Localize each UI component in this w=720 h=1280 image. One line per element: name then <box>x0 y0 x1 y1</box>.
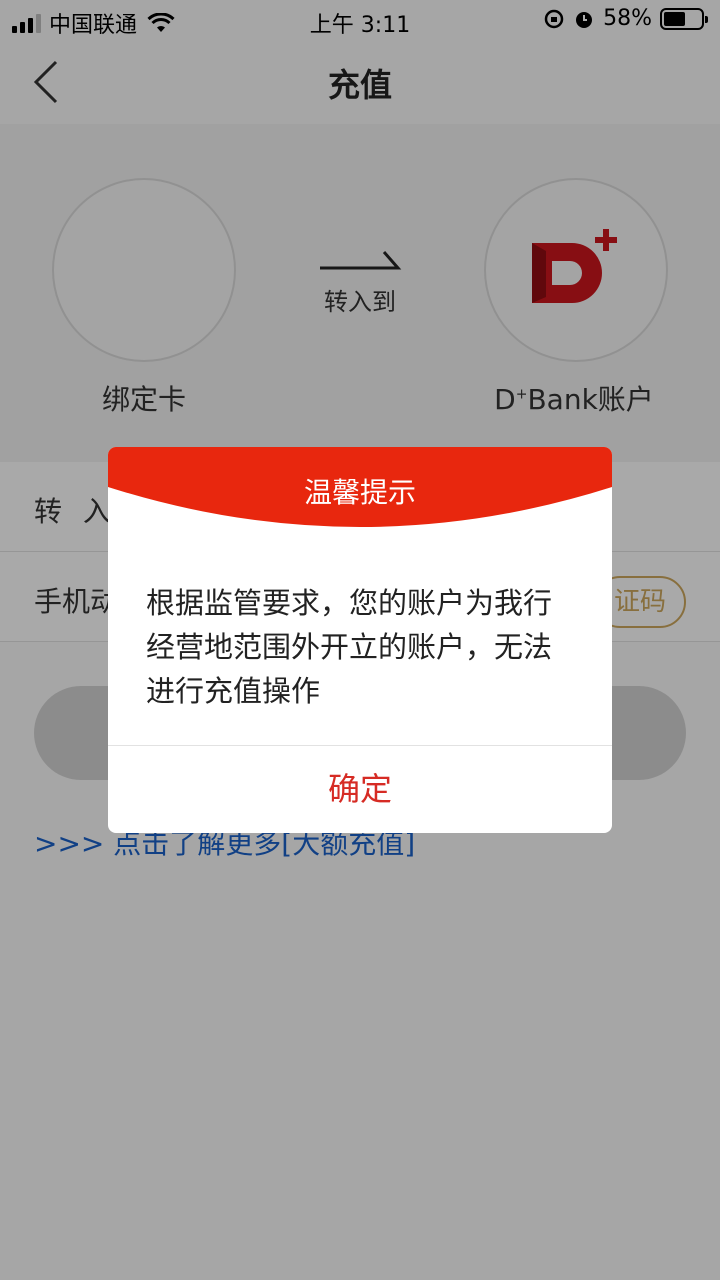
dialog-ok-button[interactable]: 确定 <box>108 746 612 833</box>
dialog-header: 温馨提示 <box>108 447 612 537</box>
alert-dialog: 温馨提示 根据监管要求，您的账户为我行经营地范围外开立的账户，无法进行充值操作 … <box>108 447 612 833</box>
dialog-message: 根据监管要求，您的账户为我行经营地范围外开立的账户，无法进行充值操作 <box>146 586 553 708</box>
dialog-title: 温馨提示 <box>303 476 416 509</box>
